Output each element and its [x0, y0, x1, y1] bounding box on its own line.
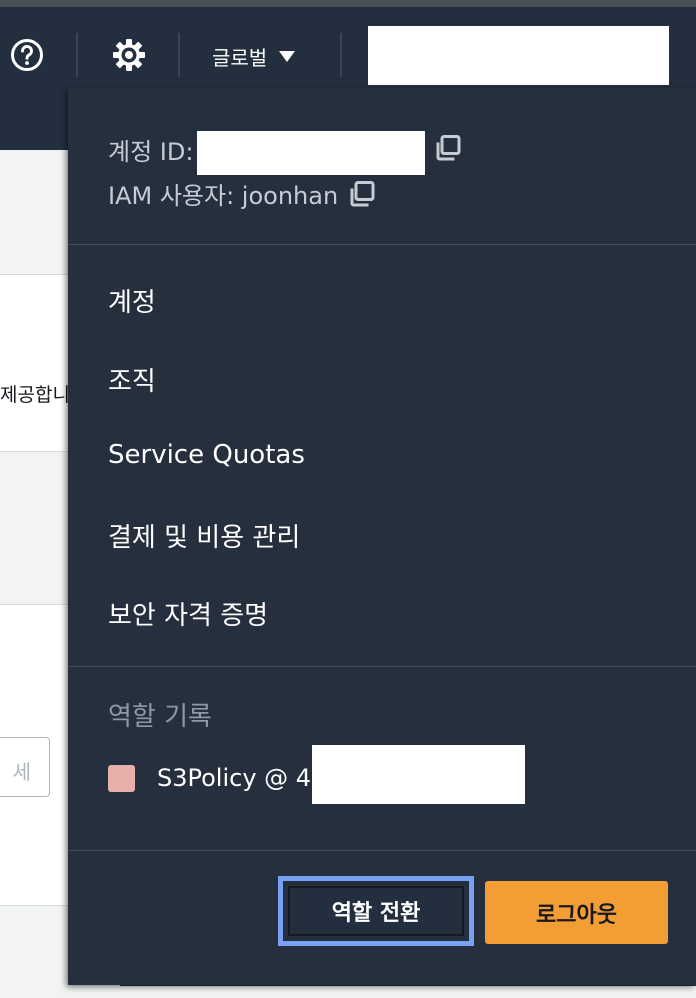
region-selector-button[interactable]: 글로벌 — [212, 41, 296, 71]
menu-item-organizations[interactable]: 조직 — [108, 361, 156, 398]
account-dropdown-menu: 계정 ID: IAM 사용자: joonhan 계정 조직 Service Qu… — [68, 88, 696, 985]
caret-down-icon — [279, 50, 296, 62]
top-nav-bar: 글로벌 — [0, 0, 696, 100]
redacted-account-id — [197, 131, 425, 175]
menu-divider — [68, 666, 696, 667]
copy-icon[interactable] — [434, 134, 462, 162]
menu-divider — [68, 850, 696, 851]
copy-icon[interactable] — [348, 180, 376, 208]
account-id-label: 계정 ID: — [108, 138, 194, 166]
role-history-title: 역할 기록 — [108, 702, 212, 732]
help-icon[interactable] — [10, 38, 44, 72]
background-pagination-strip — [0, 986, 696, 998]
nav-divider — [340, 33, 342, 77]
menu-divider — [68, 244, 696, 245]
iam-user-row: IAM 사용자: joonhan — [108, 176, 376, 211]
role-history-item[interactable]: S3Policy @ 4 — [108, 764, 311, 792]
menu-item-security-credentials[interactable]: 보안 자격 증명 — [108, 595, 268, 632]
background-input[interactable]: 세 — [0, 737, 50, 797]
iam-user-label: IAM 사용자: joonhan — [108, 182, 339, 210]
gear-icon[interactable] — [111, 37, 147, 73]
switch-role-label: 역할 전환 — [288, 886, 464, 936]
nav-divider — [178, 33, 180, 77]
redacted-role-account — [312, 745, 525, 804]
account-id-row: 계정 ID: — [108, 132, 193, 167]
logout-button[interactable]: 로그아웃 — [485, 881, 668, 944]
background-input-placeholder: 세 — [12, 760, 31, 784]
menu-item-account[interactable]: 계정 — [108, 282, 156, 319]
role-history-label: S3Policy @ 4 — [157, 764, 312, 792]
menu-item-billing[interactable]: 결제 및 비용 관리 — [108, 517, 300, 554]
menu-item-service-quotas[interactable]: Service Quotas — [108, 440, 305, 470]
redacted-account-menu-button[interactable] — [368, 26, 669, 85]
role-color-swatch — [108, 764, 135, 792]
switch-role-button[interactable]: 역할 전환 — [278, 876, 474, 946]
region-label: 글로벌 — [212, 45, 268, 70]
nav-divider — [76, 33, 78, 77]
